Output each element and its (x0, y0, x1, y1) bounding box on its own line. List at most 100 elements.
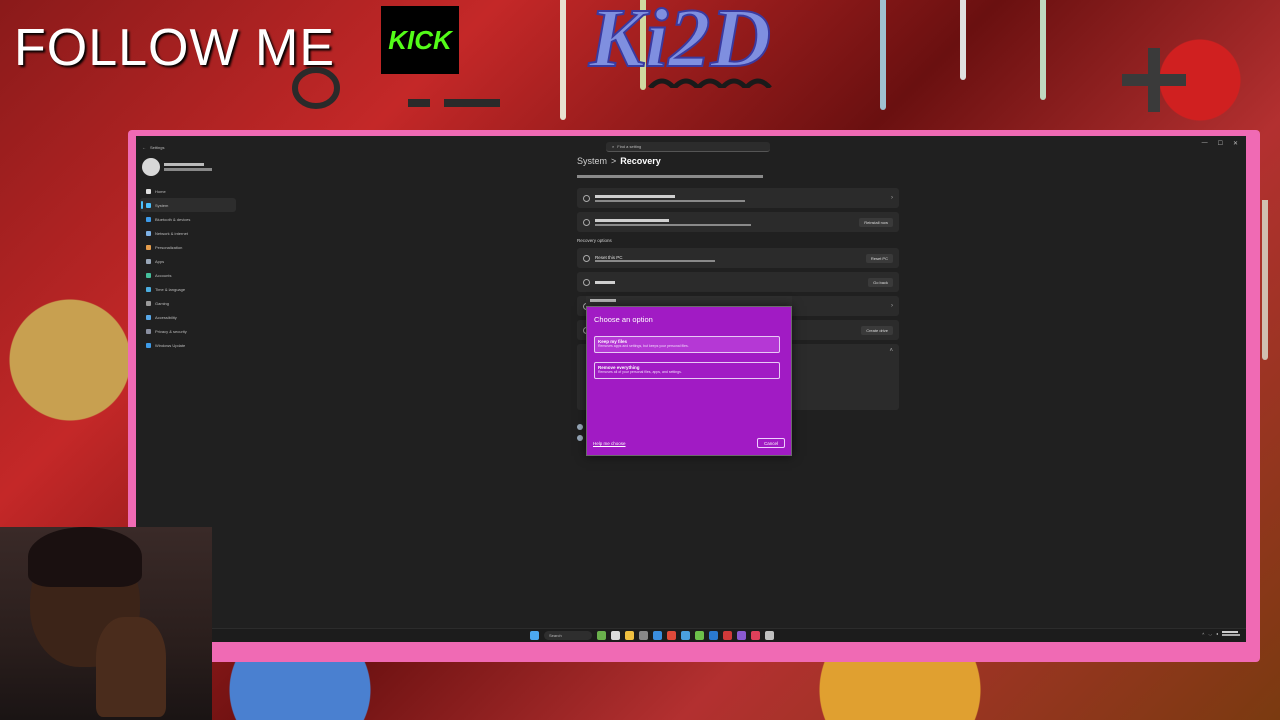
remove-everything-option[interactable]: Remove everything Removes all of your pe… (594, 362, 780, 379)
chevron-up-icon[interactable]: ˄ (889, 348, 893, 354)
page-title: Recovery (620, 156, 661, 166)
sidebar-item-gaming[interactable]: Gaming (140, 296, 236, 310)
streamer-hair (28, 527, 142, 587)
breadcrumb-system[interactable]: System (577, 156, 607, 166)
app-icon[interactable] (709, 631, 718, 640)
accessibility-icon (146, 314, 151, 320)
sidebar-item-personalization[interactable]: Personalization (140, 240, 236, 254)
minus-shape-icon (408, 99, 500, 107)
search-icon: ⌕ (612, 144, 615, 149)
sidebar-item-network[interactable]: Network & internet (140, 226, 236, 240)
sidebar-item-time-language[interactable]: Time & language (140, 282, 236, 296)
paint-drip (960, 0, 966, 80)
apps-icon (146, 258, 151, 264)
close-button[interactable]: ✕ (1233, 140, 1238, 147)
help-icon (577, 424, 583, 430)
chrome-icon[interactable] (667, 631, 676, 640)
sidebar-item-apps[interactable]: Apps (140, 254, 236, 268)
breadcrumb-separator: > (611, 156, 617, 166)
brush-icon (146, 244, 151, 250)
app-title: Settings (150, 144, 165, 150)
system-tray: ˄ ◡ ◂ (1202, 631, 1240, 636)
chevron-right-icon[interactable]: › (891, 303, 893, 309)
xbox-icon[interactable] (695, 631, 704, 640)
app-icon[interactable] (737, 631, 746, 640)
sidebar-item-privacy[interactable]: Privacy & security (140, 324, 236, 338)
app-icon[interactable] (639, 631, 648, 640)
sidebar-item-system[interactable]: System (140, 198, 236, 212)
wrench-icon (583, 194, 590, 202)
avatar (142, 158, 160, 176)
kick-logo: KICK (381, 6, 459, 74)
brand-logo-text: Ki2D (588, 0, 771, 85)
wifi-icon[interactable]: ◡ (1208, 631, 1212, 636)
dialog-title: Choose an option (594, 315, 653, 324)
accounts-icon (146, 272, 151, 278)
sidebar: Home System Bluetooth & devices Network … (140, 154, 236, 354)
media-icon[interactable] (723, 631, 732, 640)
globe-icon (146, 286, 151, 292)
user-name-redacted (164, 163, 204, 166)
reinstall-now-button[interactable]: Reinstall now (859, 217, 893, 227)
reset-pc-button[interactable]: Reset PC (865, 253, 893, 263)
kick-logo-text: KICK (388, 24, 452, 55)
volume-icon[interactable]: ◂ (1216, 631, 1218, 636)
maximize-button[interactable]: ☐ (1218, 140, 1223, 147)
search-input[interactable]: ⌕ Find a setting (606, 142, 770, 152)
recovery-options-heading: Recovery options (577, 238, 612, 243)
shield-icon (146, 328, 151, 334)
clock-redacted[interactable] (1222, 631, 1240, 636)
back-icon[interactable]: ← (142, 145, 146, 150)
sidebar-item-windows-update[interactable]: Windows Update (140, 338, 236, 352)
home-icon (146, 188, 151, 194)
follow-me-text: FOLLOW ME (14, 19, 336, 77)
user-profile[interactable] (140, 154, 236, 180)
sidebar-item-home[interactable]: Home (140, 184, 236, 198)
fix-problems-card[interactable]: › (577, 188, 899, 208)
webcam-feed (0, 527, 212, 720)
intro-text-blurred (577, 175, 899, 178)
paint-drip (880, 0, 886, 110)
go-back-button[interactable]: Go back (868, 277, 893, 287)
dialog-title-strip (586, 296, 792, 306)
sidebar-item-bluetooth[interactable]: Bluetooth & devices (140, 212, 236, 226)
edge-icon[interactable] (653, 631, 662, 640)
widget-icon[interactable] (597, 631, 606, 640)
brand-logo: Ki2D (587, 0, 772, 88)
help-me-choose-link[interactable]: Help me choose (593, 441, 626, 446)
network-icon (146, 230, 151, 236)
taskbar-center: Search (530, 631, 774, 640)
taskbar-search[interactable]: Search (544, 631, 592, 640)
app-icon[interactable] (751, 631, 760, 640)
minimize-button[interactable]: — (1202, 140, 1208, 147)
file-icon[interactable] (611, 631, 620, 640)
paint-drip (1040, 0, 1046, 100)
chevron-right-icon: › (891, 195, 893, 201)
keep-my-files-option[interactable]: Keep my files Removes apps and settings,… (594, 336, 780, 353)
search-placeholder: Find a setting (617, 144, 642, 149)
user-email-redacted (164, 168, 212, 171)
plus-shape-icon (1122, 48, 1186, 112)
reset-icon (583, 254, 590, 262)
bluetooth-icon (146, 216, 151, 222)
system-icon (146, 202, 151, 208)
sidebar-item-accessibility[interactable]: Accessibility (140, 310, 236, 324)
history-icon (583, 278, 590, 286)
settings-window: ← Settings ⌕ Find a setting — ☐ ✕ Home S… (136, 136, 1246, 628)
refresh-icon (583, 218, 590, 226)
settings-gear-icon[interactable] (765, 631, 774, 640)
feedback-icon (577, 435, 583, 441)
folder-icon[interactable] (625, 631, 634, 640)
cancel-button[interactable]: Cancel (757, 438, 785, 448)
reset-pc-card: Reset this PC Reset PC (577, 248, 899, 268)
start-icon[interactable] (530, 631, 539, 640)
go-back-card: Go back (577, 272, 899, 292)
create-drive-button[interactable]: Create drive (861, 325, 893, 335)
tray-chevron-icon[interactable]: ˄ (1202, 631, 1204, 636)
sidebar-item-accounts[interactable]: Accounts (140, 268, 236, 282)
store-icon[interactable] (681, 631, 690, 640)
gamepad-icon (146, 300, 151, 306)
paint-drip (1262, 200, 1268, 360)
title-bar: ← Settings (142, 142, 164, 152)
reset-pc-dialog: Choose an option Keep my files Removes a… (586, 306, 792, 456)
